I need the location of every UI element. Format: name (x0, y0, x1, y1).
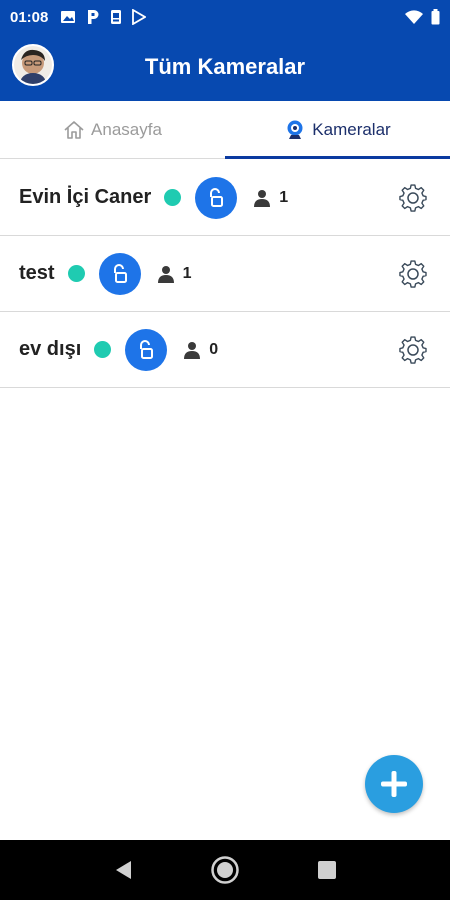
user-count: 1 (253, 189, 288, 207)
settings-gear-icon[interactable] (398, 183, 428, 213)
status-left-icons (60, 9, 147, 25)
image-icon (61, 11, 76, 23)
user-count-value: 1 (182, 264, 192, 282)
settings-gear-icon[interactable] (398, 335, 428, 365)
camera-row[interactable]: Evin İçi Caner 1 (0, 160, 450, 236)
tab-label: Kameralar (312, 119, 391, 139)
app-bar: Tüm Kameralar (0, 34, 450, 101)
camera-row[interactable]: test 1 (0, 236, 450, 312)
webcam-icon (287, 120, 303, 139)
user-count-value: 1 (279, 188, 289, 206)
camera-name: test (19, 262, 55, 284)
settings-gear-icon[interactable] (398, 259, 428, 289)
recents-icon[interactable] (317, 860, 337, 880)
play-store-icon (132, 9, 147, 25)
battery-icon (431, 9, 440, 25)
online-status-dot (67, 265, 85, 282)
camera-name: Evin İçi Caner (19, 186, 152, 208)
sim-icon (111, 10, 122, 24)
tab-kameralar[interactable]: Kameralar (225, 101, 450, 159)
back-icon[interactable] (113, 859, 133, 881)
online-status-dot (94, 341, 112, 358)
home-circle-icon[interactable] (210, 855, 240, 885)
status-bar: 01:08 (0, 0, 450, 34)
unlock-icon (140, 339, 154, 359)
p-app-icon (88, 10, 99, 24)
plus-icon (381, 771, 407, 797)
lock-toggle-button[interactable] (125, 328, 168, 371)
add-camera-button[interactable] (365, 755, 423, 813)
unlock-icon (113, 263, 127, 283)
user-icon (157, 265, 174, 283)
user-count: 1 (157, 264, 192, 283)
tab-bar: Anasayfa Kameralar (0, 101, 450, 159)
lock-toggle-button[interactable] (98, 252, 141, 295)
system-nav-bar (0, 840, 450, 900)
camera-list: Evin İçi Caner 1 test 1 ev dışı 0 (0, 160, 450, 388)
online-status-dot (164, 189, 182, 206)
camera-row[interactable]: ev dışı 0 (0, 312, 450, 388)
user-count: 0 (183, 341, 218, 359)
wifi-icon (405, 10, 423, 24)
unlock-icon (210, 187, 224, 207)
user-icon (184, 341, 201, 359)
user-icon (254, 189, 271, 207)
lock-toggle-button[interactable] (195, 176, 238, 219)
tab-label: Anasayfa (91, 119, 162, 139)
page-title: Tüm Kameralar (144, 54, 306, 79)
user-count-value: 0 (209, 340, 219, 358)
status-right-icons (405, 9, 440, 25)
tab-anasayfa[interactable]: Anasayfa (0, 101, 225, 158)
status-time: 01:08 (10, 8, 49, 26)
camera-name: ev dışı (19, 338, 82, 360)
home-icon (64, 120, 84, 139)
